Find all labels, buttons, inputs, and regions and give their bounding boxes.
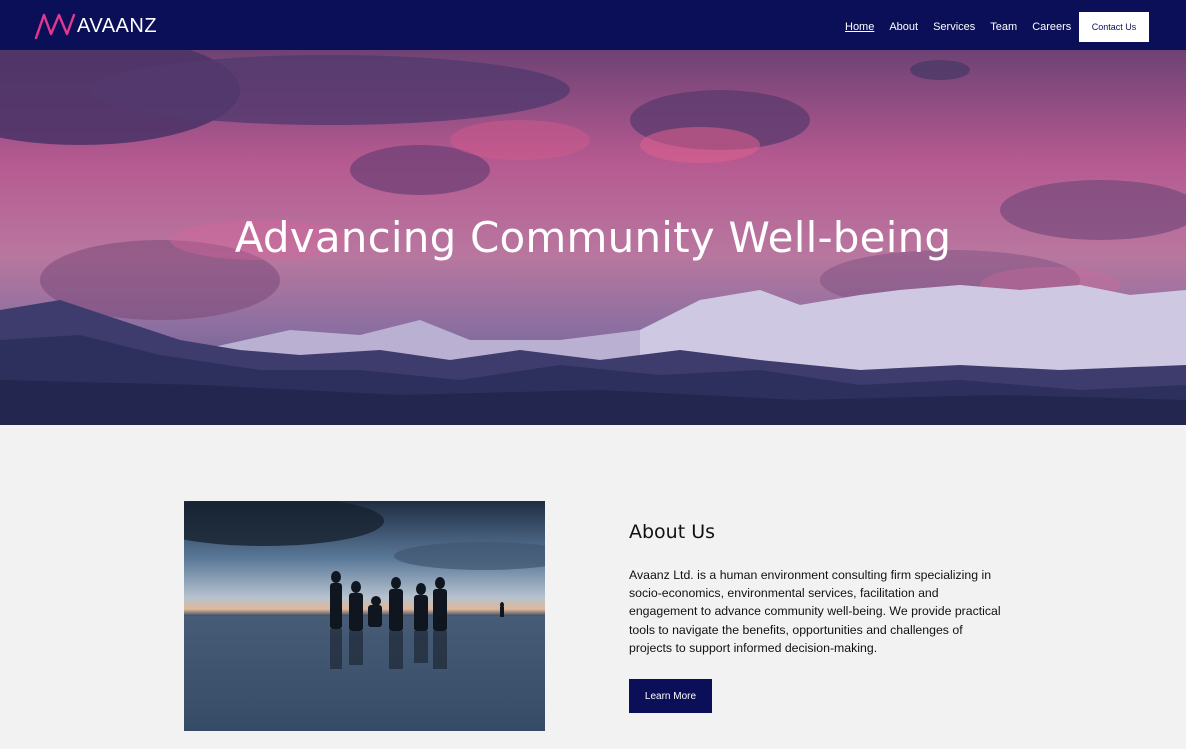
about-team-photo — [184, 501, 545, 731]
hero-banner: Advancing Community Well-being — [0, 50, 1186, 425]
nav-link-careers[interactable]: Careers — [1032, 21, 1071, 33]
about-heading: About Us — [629, 521, 716, 543]
hero-title: Advancing Community Well-being — [234, 213, 952, 262]
contact-us-button[interactable]: Contact Us — [1079, 12, 1149, 42]
main-menu: Home About Services Team Careers — [845, 21, 1086, 33]
top-navigation-bar: AVAANZ Home About Services Team Careers … — [0, 0, 1186, 50]
nav-link-services[interactable]: Services — [933, 21, 975, 33]
about-description: Avaanz Ltd. is a human environment consu… — [629, 568, 1001, 655]
team-silhouette-image — [184, 501, 545, 731]
avaanz-wave-logo-icon — [34, 13, 76, 40]
learn-more-button[interactable]: Learn More — [629, 679, 712, 713]
brand-logo[interactable]: AVAANZ — [34, 12, 157, 40]
nav-link-team[interactable]: Team — [990, 21, 1017, 33]
nav-link-about[interactable]: About — [889, 21, 918, 33]
nav-link-home[interactable]: Home — [845, 21, 874, 33]
brand-name: AVAANZ — [77, 14, 158, 37]
